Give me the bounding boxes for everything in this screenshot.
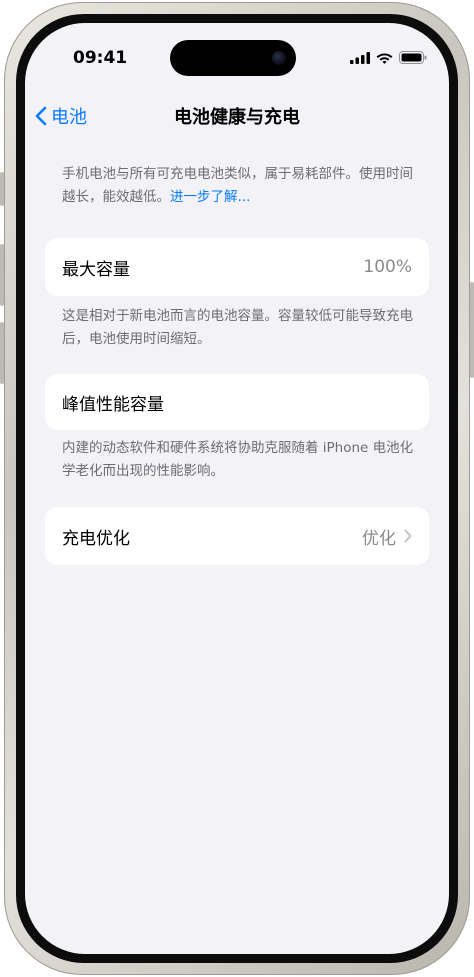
signal-icon bbox=[350, 51, 370, 64]
max-capacity-row: 最大容量 100% bbox=[45, 238, 429, 296]
chevron-right-icon bbox=[404, 529, 412, 543]
peak-performance-row: 峰值性能容量 bbox=[45, 374, 429, 430]
max-capacity-value: 100% bbox=[363, 257, 412, 277]
page-title: 电池健康与充电 bbox=[174, 107, 300, 128]
side-power-button bbox=[470, 282, 474, 378]
status-time: 09:41 bbox=[73, 48, 128, 68]
charging-optimization-value: 优化 bbox=[362, 528, 396, 549]
phone-screen: 09:41 电池 电池健康与充电 手机电池与所有可充电电池类似，属于易耗部件。使… bbox=[25, 23, 449, 954]
action-button bbox=[0, 172, 4, 206]
volume-down-button bbox=[0, 322, 4, 384]
intro-description: 手机电池与所有可充电电池类似，属于易耗部件。使用时间越长，能效越低。进一步了解.… bbox=[62, 163, 419, 209]
wifi-icon bbox=[376, 53, 393, 64]
max-capacity-label: 最大容量 bbox=[62, 259, 130, 280]
status-icons bbox=[350, 51, 427, 64]
max-capacity-footer: 这是相对于新电池而言的电池容量。容量较低可能导致充电后，电池使用时间缩短。 bbox=[62, 308, 413, 347]
front-camera-icon bbox=[272, 51, 286, 65]
learn-more-link[interactable]: 进一步了解... bbox=[170, 189, 250, 205]
dynamic-island bbox=[170, 40, 296, 76]
volume-up-button bbox=[0, 244, 4, 306]
phone-frame: 09:41 电池 电池健康与充电 手机电池与所有可充电电池类似，属于易耗部件。使… bbox=[4, 2, 470, 975]
charging-optimization-row[interactable]: 充电优化 优化 bbox=[45, 507, 429, 565]
charging-optimization-value-wrap: 优化 bbox=[362, 524, 412, 549]
phone-bezel: 09:41 电池 电池健康与充电 手机电池与所有可充电电池类似，属于易耗部件。使… bbox=[16, 14, 458, 963]
battery-icon bbox=[399, 51, 427, 64]
charging-optimization-label: 充电优化 bbox=[62, 528, 130, 549]
peak-performance-footer: 内建的动态软件和硬件系统将协助克服随着 iPhone 电池化学老化而出现的性能影… bbox=[62, 440, 414, 479]
peak-performance-label: 峰值性能容量 bbox=[62, 394, 164, 415]
